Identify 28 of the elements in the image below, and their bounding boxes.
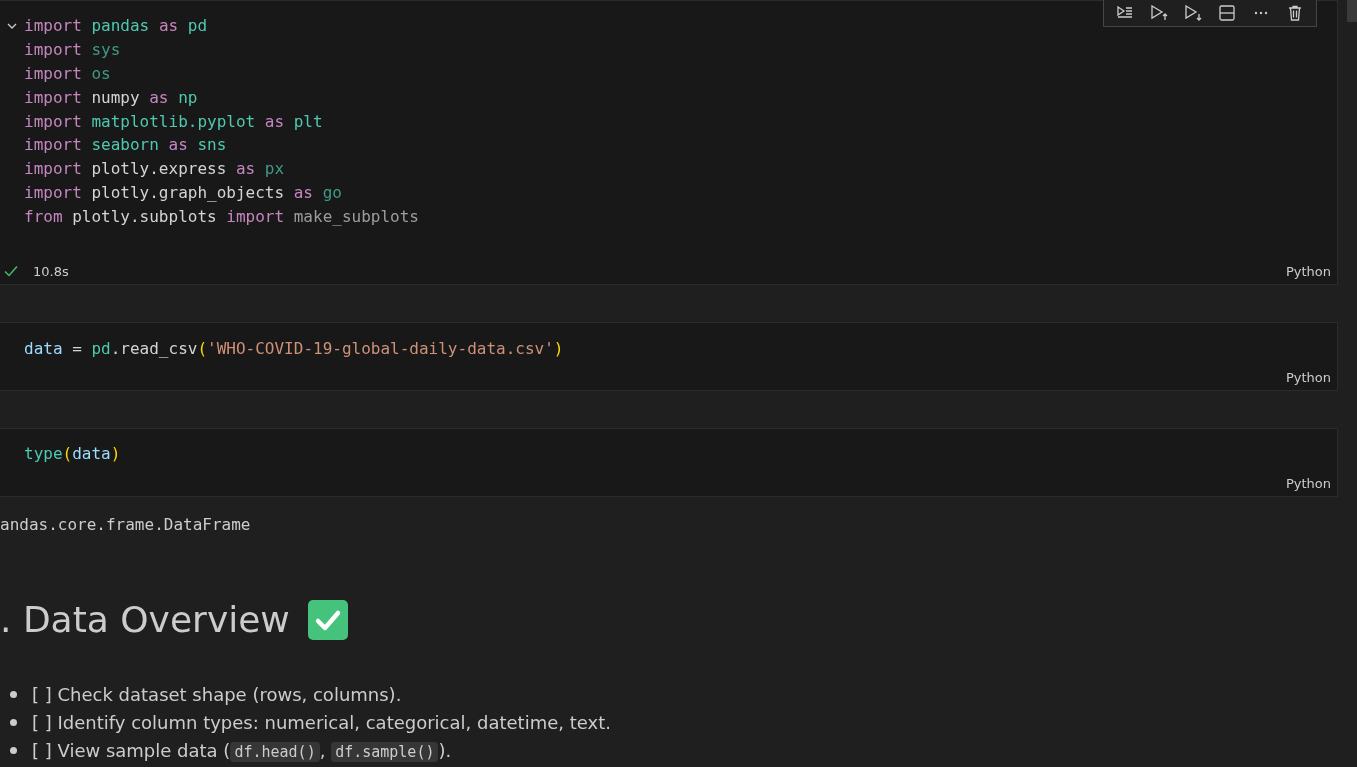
bullet-icon <box>10 747 17 755</box>
code-line: import matplotlib.pyplot as plt <box>24 111 323 131</box>
code-line: import plotly.express as px <box>24 159 285 179</box>
execution-time: 10.8s <box>33 263 69 279</box>
code-line: import sys <box>24 40 121 60</box>
scrollbar-thumb[interactable] <box>1347 0 1357 22</box>
language-label[interactable]: Python <box>1285 370 1331 386</box>
list-item-text: [ ] Check dataset shape (rows, columns). <box>32 684 402 706</box>
bullet-icon <box>10 719 17 727</box>
code-line: from plotly.subplots import make_subplots <box>24 206 419 226</box>
code-line: data = pd.read_csv('WHO-COVID-19-global-daily-data.csv') <box>24 338 564 358</box>
language-label[interactable]: Python <box>1285 263 1331 279</box>
language-label[interactable]: Python <box>1285 476 1331 492</box>
code-line: import pandas as pd <box>24 16 208 36</box>
list-item-text: [ ] View sample data ( df.head() , df.sample() ). <box>32 740 452 762</box>
cell-output: andas.core.frame.DataFrame <box>0 513 252 536</box>
code-line: import seaborn as sns <box>24 135 227 155</box>
code-line: import os <box>24 64 111 83</box>
code-line: type(data) <box>24 444 121 464</box>
bullet-icon <box>10 691 17 699</box>
code-line: import plotly.graph_objects as go <box>24 182 342 202</box>
list-item-text: [ ] Identify column types: numerical, categorical, datetime, text. <box>32 712 611 734</box>
code-line: import numpy as np <box>24 87 198 107</box>
code-cell[interactable]: type(data) Python <box>0 427 1338 497</box>
code-cell[interactable] <box>0 0 1338 286</box>
section-heading: . Data Overview <box>0 599 290 641</box>
code-cell[interactable]: data = pd.read_csv('WHO-COVID-19-global-daily-data.csv') Python <box>0 322 1338 391</box>
split-cell-icon[interactable] <box>1216 2 1238 24</box>
